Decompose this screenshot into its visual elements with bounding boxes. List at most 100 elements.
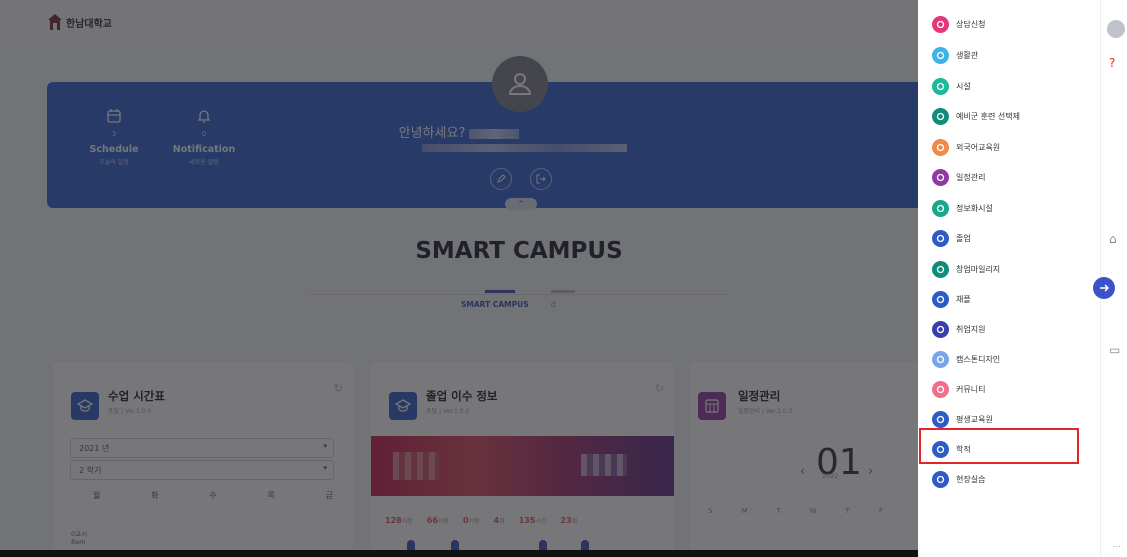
week-header: S M T W T F [708,507,883,515]
graduation-banner [371,436,674,496]
day-label: 수 [209,491,217,500]
graduation-cap-icon [71,392,99,420]
timetable-sub: 포털 | Ver.1.0.0 [108,408,152,415]
user-avatar[interactable] [492,56,548,112]
graduation-card: 졸업 이수 정보 포털 | Ver.1.0.0 ↻ 128이점 66이점 0이점… [371,362,674,557]
flag-icon [932,107,949,125]
university-logo[interactable]: 한남대학교 [48,14,112,30]
blurred-info [581,454,627,476]
top-bar: 한남대학교 [0,0,918,48]
home-icon[interactable]: ⌂ [1109,232,1117,246]
clock-icon [932,46,949,64]
menu-item-dormitory[interactable]: 생활관 [932,44,978,66]
chevron-down-icon: ▾ [323,464,327,472]
menu-item-it-facilities[interactable]: 정보화시설 [932,197,993,219]
refresh-icon[interactable]: ↻ [334,382,343,395]
menu-item-startup-mileage[interactable]: 창업마일리지 [932,258,1000,280]
greeting-text: 안녕하세요? [398,126,466,141]
flag-icon [932,260,949,278]
profile-icon[interactable] [1107,20,1125,38]
next-month-button[interactable]: › [868,464,873,479]
graduation-stats: 128이점 66이점 0이점 4회 135시간 23회 [385,516,577,525]
edit-button[interactable] [490,168,512,190]
period-label: 0교시 8am [71,530,88,546]
menu-item-career-support[interactable]: 취업지원 [932,318,985,340]
menu-item-schedule[interactable]: 일정관리 [932,166,985,188]
target-icon [932,138,949,156]
building-icon [932,77,949,95]
refresh-icon[interactable]: ↻ [655,382,664,395]
graduation-cap-icon [932,290,949,308]
calendar-grid-icon [698,392,726,420]
stat-item: 23회 [560,516,578,525]
menu-item-lifelong-education[interactable]: 평생교육원 [932,408,993,430]
menu-item-field-training[interactable]: 현장실습 [932,468,985,490]
stat-item: 66이점 [426,516,449,525]
weekday-label: T [845,507,850,515]
timetable-title: 수업 시간표 [108,389,165,403]
weekday-label: T [776,507,781,515]
arrow-right-icon [1100,284,1109,292]
main-tabs: SMART CAMPUS d [461,290,575,309]
logout-button[interactable] [530,168,552,190]
calendar-grid-icon [932,168,949,186]
semester-select[interactable]: 2 학기 ▾ [70,460,334,480]
stat-item: 128이점 [385,516,413,525]
schedule-sub: 오늘의 일정 [99,159,129,166]
main-page: 한남대학교 3 Schedule 오늘의 일정 0 Notification 새… [0,0,918,557]
menu-item-capstone-design[interactable]: 캠스톤디자인 [932,348,1000,370]
taskbar-strip [0,550,918,557]
monitor-icon [932,199,949,217]
prev-month-button[interactable]: ‹ [800,464,805,479]
logout-icon [536,174,546,184]
timetable-card: 수업 시간표 포털 | Ver.1.0.0 ↻ 2021 년 ▾ 2 학기 ▾ 월 … [53,362,353,557]
graduation-cap-icon [389,392,417,420]
briefcase-icon [932,320,949,338]
tab-d[interactable]: d [550,290,575,309]
day-label: 목 [267,491,275,500]
menu-item-reserve-training[interactable]: 예비군 훈련 선택제 [932,105,1020,127]
day-label: 화 [151,491,159,500]
schedule-title: 일정관리 [738,389,781,403]
tab-smart-campus[interactable]: SMART CAMPUS [461,290,529,309]
expand-arrow-button[interactable] [1093,277,1115,299]
pencil-icon [497,174,506,183]
schedule-card: 일정관리 일정관리 | Ver.1.0.0 ‹ 01 2022 › S M T … [690,362,918,557]
help-icon[interactable]: ? [1109,56,1115,70]
blurred-info [393,452,439,480]
greeting: 안녕하세요? [0,122,918,141]
day-label: 금 [325,491,333,500]
day-label: 월 [93,491,101,500]
stat-item: 4회 [493,516,505,525]
counseling-icon [932,15,949,33]
weekday-label: F [878,507,883,515]
collapse-button[interactable]: ^ [505,198,537,210]
graduation-title: 졸업 이수 정보 [426,389,498,403]
page-title: SMART CAMPUS [415,238,623,264]
blurred-user-info [422,144,627,152]
notification-sub: 새로운 알림 [189,159,219,166]
chevron-down-icon: ▾ [323,442,327,450]
glasses-icon [932,470,949,488]
selection-highlight [919,428,1079,464]
year-select[interactable]: 2021 년 ▾ [70,438,334,458]
presentation-icon [932,350,949,368]
menu-item-graduation[interactable]: 졸업 [932,227,971,249]
blurred-name [469,128,520,139]
monitor-icon[interactable]: ▭ [1109,343,1120,357]
schedule-title: Schedule [89,144,139,155]
chat-icon [932,380,949,398]
menu-item-chapel[interactable]: 채플 [932,288,971,310]
menu-item-language-center[interactable]: 외국어교육원 [932,136,1000,158]
weekday-header: 월 화 수 목 금 [93,490,333,501]
notification-title: Notification [172,144,236,155]
menu-item-community[interactable]: 커뮤니티 [932,378,985,400]
stat-item: 135시간 [518,516,547,525]
menu-item-counseling[interactable]: 상담신청 [932,13,985,35]
stat-item: 0이점 [462,516,480,525]
graduation-cap-icon [932,410,949,428]
more-icon[interactable]: ... [1113,540,1121,549]
graduation-sub: 포털 | Ver.1.0.0 [426,408,470,415]
menu-item-facilities[interactable]: 시설 [932,75,971,97]
calendar-year: 2022 [822,472,839,480]
